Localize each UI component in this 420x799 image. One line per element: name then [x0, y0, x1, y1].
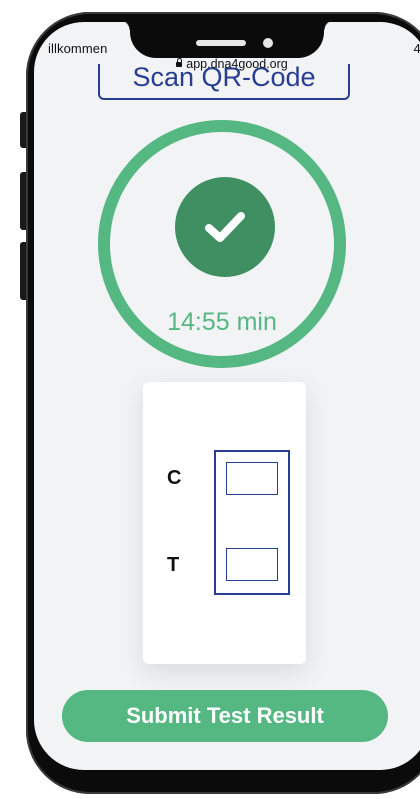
control-line-label: C [167, 467, 182, 489]
test-cassette [214, 450, 290, 595]
url-text: app.dna4good.org [186, 57, 288, 71]
phone-screen: illkommen 41 app.dna4good.org Scan QR-Co… [34, 22, 420, 770]
stage: illkommen 41 app.dna4good.org Scan QR-Co… [0, 0, 420, 799]
notch [120, 22, 334, 58]
lock-icon [176, 58, 183, 67]
test-line-label: T [167, 554, 180, 576]
status-bar-right-text: 41 [413, 41, 420, 56]
check-icon [175, 177, 275, 277]
front-camera [263, 38, 273, 48]
control-line-window[interactable] [226, 462, 278, 495]
timer-text: 14:55 min [167, 308, 277, 336]
submit-test-result-button[interactable]: Submit Test Result [62, 690, 388, 742]
status-bar-left-text: illkommen [48, 41, 108, 56]
address-bar[interactable]: app.dna4good.org [34, 57, 420, 71]
test-line-window[interactable] [226, 548, 278, 581]
speaker-grille [196, 40, 246, 46]
test-cassette-card: C T [143, 382, 306, 664]
